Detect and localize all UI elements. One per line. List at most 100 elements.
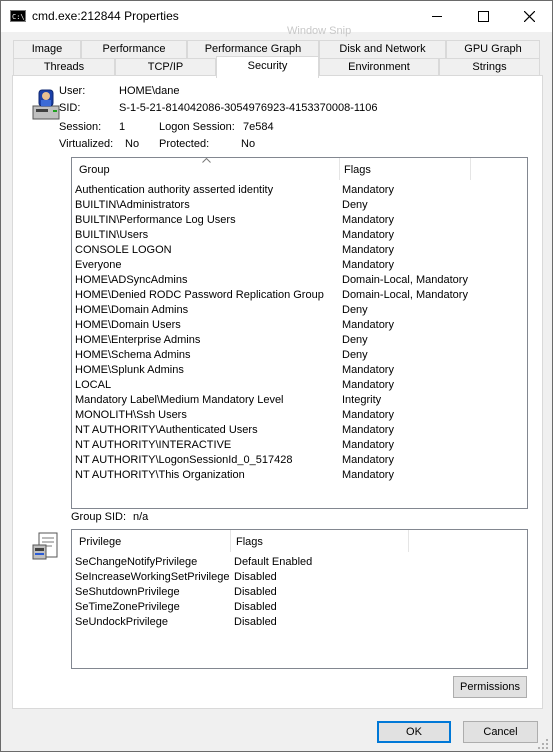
list-item-flags: Mandatory (342, 469, 394, 481)
list-item[interactable]: NT AUTHORITY\LogonSessionId_0_517428 Mand… (74, 453, 527, 468)
list-item[interactable]: CONSOLE LOGON Mandatory (74, 243, 527, 258)
group-sid-label: Group SID: (71, 511, 127, 523)
list-item-name: HOME\Schema Admins (75, 349, 191, 361)
list-item-flags: Mandatory (342, 244, 394, 256)
maximize-icon (477, 11, 489, 22)
group-sid-value: n/a (133, 511, 149, 523)
list-item[interactable]: HOME\Domain Users Mandatory (74, 318, 527, 333)
list-item-flags: Mandatory (342, 319, 394, 331)
ghost-overlay-text: Window Snip (287, 25, 352, 37)
list-item[interactable]: HOME\Enterprise Admins Deny (74, 333, 527, 348)
list-item[interactable]: HOME\ADSyncAdmins Domain-Local, Mandatory (74, 273, 527, 288)
list-item[interactable]: HOME\Domain Admins Deny (74, 303, 527, 318)
tab-environment[interactable]: Environment (319, 58, 439, 76)
list-item[interactable]: LOCAL Mandatory (74, 378, 527, 393)
column-header-flags[interactable]: Flags (344, 164, 371, 176)
list-item-flags: Disabled (234, 601, 277, 613)
list-item[interactable]: NT AUTHORITY\Authenticated Users Mandator… (74, 423, 527, 438)
session-value: 1 (119, 121, 126, 133)
list-item-flags: Disabled (234, 586, 277, 598)
tab-strings[interactable]: Strings (439, 58, 540, 76)
column-header-privilege[interactable]: Privilege (79, 536, 121, 548)
session-label: Session: (59, 121, 102, 133)
list-item[interactable]: BUILTIN\Users Mandatory (74, 228, 527, 243)
list-item[interactable]: BUILTIN\Performance Log Users Mandatory (74, 213, 527, 228)
minimize-button[interactable] (414, 1, 460, 32)
list-item[interactable]: BUILTIN\Administrators Deny (74, 198, 527, 213)
list-item-name: SeTimeZonePrivilege (75, 601, 180, 613)
properties-window: C:\_ cmd.exe:212844 Properties Window Sn… (0, 0, 553, 752)
cancel-button[interactable]: Cancel (463, 721, 538, 743)
permissions-button[interactable]: Permissions (453, 676, 527, 698)
list-item-name: NT AUTHORITY\Authenticated Users (75, 424, 258, 436)
resize-grip-icon[interactable] (537, 738, 549, 750)
list-item-flags: Deny (342, 304, 368, 316)
list-item-flags: Default Enabled (234, 556, 313, 568)
list-item[interactable]: Everyone Mandatory (74, 258, 527, 273)
column-separator[interactable] (339, 158, 340, 180)
list-item-name: SeUndockPrivilege (75, 616, 168, 628)
list-item-name: Mandatory Label\Medium Mandatory Level (75, 394, 284, 406)
list-item-name: BUILTIN\Users (75, 229, 149, 241)
tab-gpu-graph[interactable]: GPU Graph (446, 40, 540, 58)
list-item-flags: Mandatory (342, 184, 394, 196)
ok-button[interactable]: OK (377, 721, 451, 743)
list-item-flags: Mandatory (342, 424, 394, 436)
close-button[interactable] (506, 1, 552, 32)
column-separator[interactable] (470, 158, 471, 180)
virtualized-label: Virtualized: (59, 138, 114, 150)
column-separator[interactable] (408, 530, 409, 552)
list-item[interactable]: SeIncreaseWorkingSetPrivilege Disabled (74, 570, 527, 585)
list-item[interactable]: HOME\Denied RODC Password Replication Gr… (74, 288, 527, 303)
column-header-group[interactable]: Group (79, 164, 110, 176)
list-item[interactable]: Mandatory Label\Medium Mandatory Level In… (74, 393, 527, 408)
list-item-flags: Mandatory (342, 364, 394, 376)
list-item[interactable]: Authentication authority asserted identi… (74, 183, 527, 198)
sort-ascending-icon (202, 158, 211, 163)
list-item[interactable]: SeChangeNotifyPrivilege Default Enabled (74, 555, 527, 570)
column-separator[interactable] (230, 530, 231, 552)
list-item[interactable]: SeShutdownPrivilege Disabled (74, 585, 527, 600)
tab-image[interactable]: Image (13, 40, 81, 58)
list-item-name: Everyone (75, 259, 122, 271)
tab-performance[interactable]: Performance (81, 40, 187, 58)
list-item-flags: Disabled (234, 571, 277, 583)
security-tab-panel: User: HOME\dane SID: S-1-5-21-814042086-… (12, 75, 543, 709)
list-item-name: HOME\Splunk Admins (75, 364, 184, 376)
title-bar[interactable]: C:\_ cmd.exe:212844 Properties Window Sn… (1, 1, 552, 37)
user-label: User: (59, 85, 86, 97)
protected-value: No (241, 138, 256, 150)
logon-session-value: 7e584 (243, 121, 274, 133)
user-value: HOME\dane (119, 85, 180, 97)
tab-threads[interactable]: Threads (13, 58, 115, 76)
logon-session-label: Logon Session: (159, 121, 235, 133)
tab-tcpip[interactable]: TCP/IP (115, 58, 216, 76)
list-item-flags: Mandatory (342, 214, 394, 226)
list-item[interactable]: SeTimeZonePrivilege Disabled (74, 600, 527, 615)
list-item[interactable]: SeUndockPrivilege Disabled (74, 615, 527, 630)
list-item-name: NT AUTHORITY\INTERACTIVE (75, 439, 232, 451)
tab-disk-network[interactable]: Disk and Network (319, 40, 446, 58)
list-item[interactable]: MONOLITH\Ssh Users Mandatory (74, 408, 527, 423)
list-item[interactable]: NT AUTHORITY\INTERACTIVE Mandatory (74, 438, 527, 453)
cmd-app-icon: C:\_ (10, 10, 29, 22)
groups-list[interactable]: Group Flags Authentication authority ass… (71, 157, 528, 509)
list-item-name: BUILTIN\Performance Log Users (75, 214, 236, 226)
column-header-flags[interactable]: Flags (236, 536, 263, 548)
window-title: cmd.exe:212844 Properties (32, 9, 179, 23)
privilege-icon (32, 532, 58, 560)
list-item-flags: Integrity (342, 394, 382, 406)
tab-security[interactable]: Security (216, 56, 319, 78)
list-item-flags: Mandatory (342, 379, 394, 391)
privileges-list-header: Privilege Flags (72, 530, 527, 553)
list-item-flags: Domain-Local, Mandatory (342, 289, 468, 301)
list-item-flags: Domain-Local, Mandatory (342, 274, 468, 286)
list-item-flags: Mandatory (342, 454, 394, 466)
list-item-name: HOME\Denied RODC Password Replication Gr… (75, 289, 324, 301)
minimize-icon (432, 16, 442, 17)
list-item[interactable]: NT AUTHORITY\This Organization Mandatory (74, 468, 527, 483)
privileges-list[interactable]: Privilege Flags SeChangeNotifyPrivilege D… (71, 529, 528, 669)
maximize-button[interactable] (460, 1, 506, 32)
list-item[interactable]: HOME\Schema Admins Deny (74, 348, 527, 363)
list-item[interactable]: HOME\Splunk Admins Mandatory (74, 363, 527, 378)
